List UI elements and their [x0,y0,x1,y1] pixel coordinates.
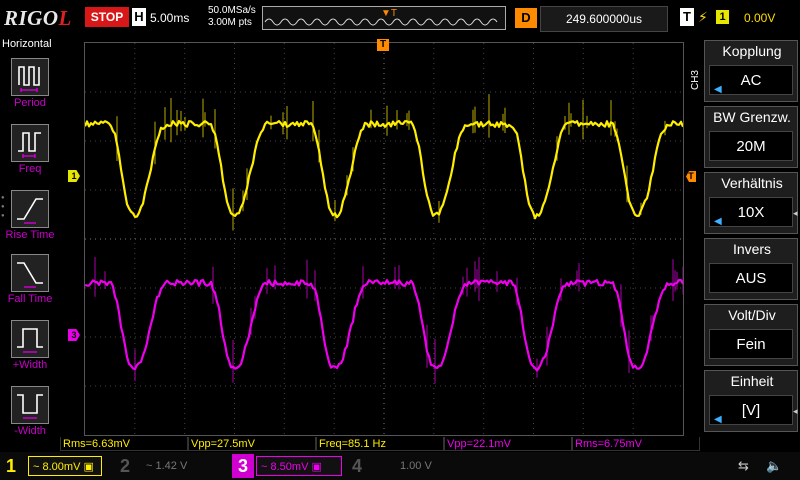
speaker-mute-icon[interactable]: 🔈 [766,458,782,474]
delay-badge: D [515,8,537,28]
measurement-bar: Rms=6.63mV Vpp=27.5mV Freq=85.1 Hz Vpp=2… [60,437,700,451]
graticule [85,43,683,435]
period-icon [11,58,49,96]
brand-logo: RIGOL [4,6,72,30]
ch1-number[interactable]: 1 [6,454,16,478]
bandwidth-limit-icon: ▣ [83,461,94,473]
run-stop-status[interactable]: STOP [85,7,129,27]
channel-status-bar: 1 ~ 8.00mV ▣ 2 ~ 1.42 V 3 ~ 8.50mV ▣ 4 1… [0,452,800,480]
sample-rate: 50.0MSa/s [208,5,256,16]
waveform-display[interactable] [84,42,684,436]
measurement-ch1-frequency[interactable]: Freq=85.1 Hz [316,437,444,451]
ch2-number[interactable]: 2 [120,454,130,478]
measure-period-button[interactable]: Period [0,56,60,118]
trigger-source[interactable]: 1 [716,10,729,24]
measure-positive-width-button[interactable]: +Width [0,318,60,380]
waveform-canvas [85,43,683,435]
measurement-ch3-vpp[interactable]: Vpp=22.1mV [444,437,572,451]
trigger-position-top-marker[interactable]: T [377,39,389,51]
selector-arrow-icon: ◀ [714,216,722,227]
negative-width-icon [11,386,49,424]
frequency-icon [11,124,49,162]
invert-value: AUS [709,263,793,293]
measure-sidebar: Horizontal ● ● ● Period Freq Rise Time Fal… [0,36,60,456]
measure-frequency-button[interactable]: Freq [0,122,60,184]
trigger-level[interactable]: 0.00V [744,11,775,25]
measurement-ch1-rms[interactable]: Rms=6.63mV [60,437,188,451]
coupling-value: ◀ AC [709,65,793,95]
ch1-offset-marker[interactable]: 1 [68,170,80,182]
rising-edge-icon: ⚡ [698,9,708,25]
bandwidth-limit-value: 20M [709,131,793,161]
bandwidth-limit-icon: ▣ [311,461,322,473]
ch1-noise-spikes [116,94,666,231]
channel-tag: CH3 [690,70,701,91]
unit-value: ◀ [V] [709,395,793,425]
probe-ratio-value: ◀ 10X [709,197,793,227]
volt-div-softkey[interactable]: Volt/Div Fein [704,304,798,366]
coupling-softkey[interactable]: Kopplung ◀ AC [704,40,798,102]
ch4-number[interactable]: 4 [352,454,362,478]
volt-div-value: Fein [709,329,793,359]
measurement-ch3-rms[interactable]: Rms=6.75mV [572,437,700,451]
trigger-position-marker: ▼T [381,8,398,19]
ch2-scale[interactable]: ~ 1.42 V [142,456,224,476]
ch3-scale[interactable]: ~ 8.50mV ▣ [256,456,342,476]
status-bar: RIGOL STOP H 5.00ms 50.0MSa/s 3.00M pts … [0,0,800,36]
ch4-scale[interactable]: 1.00 V [372,456,462,476]
rise-time-icon [11,190,49,228]
probe-ratio-softkey[interactable]: Verhältnis ◀ 10X [704,172,798,234]
delay-value[interactable]: 249.600000us [540,6,668,32]
selector-arrow-icon: ◀ [714,414,722,425]
channel-menu: CH3 Kopplung ◀ AC BW Grenzw. 20M Verhältn… [688,36,800,456]
menu-page-arrow-icon: ◂ [793,208,798,218]
positive-width-icon [11,320,49,358]
ch1-scale[interactable]: ~ 8.00mV ▣ [28,456,102,476]
ch3-number[interactable]: 3 [232,454,254,478]
ch3-noise-spikes [94,257,683,384]
horizontal-badge: H [132,8,146,26]
menu-page-arrow-icon: ◂ [793,406,798,416]
measure-rise-time-button[interactable]: Rise Time [0,188,60,250]
trigger-badge: T [680,8,694,26]
sidebar-title: Horizontal [2,38,52,50]
measure-fall-time-button[interactable]: Fall Time [0,252,60,314]
fall-time-icon [11,254,49,292]
bandwidth-limit-softkey[interactable]: BW Grenzw. 20M [704,106,798,168]
ch3-offset-marker[interactable]: 3 [68,329,80,341]
measurement-ch1-vpp[interactable]: Vpp=27.5mV [188,437,316,451]
unit-softkey[interactable]: Einheit ◀ [V] [704,370,798,432]
selector-arrow-icon: ◀ [714,84,722,95]
measure-negative-width-button[interactable]: -Width [0,384,60,446]
invert-softkey[interactable]: Invers AUS [704,238,798,300]
usb-icon: ⇆ [738,458,749,473]
timebase-value[interactable]: 5.00ms [150,11,189,25]
memory-depth: 3.00M pts [208,17,252,28]
memory-waveform-overview: ▼T [262,6,506,30]
